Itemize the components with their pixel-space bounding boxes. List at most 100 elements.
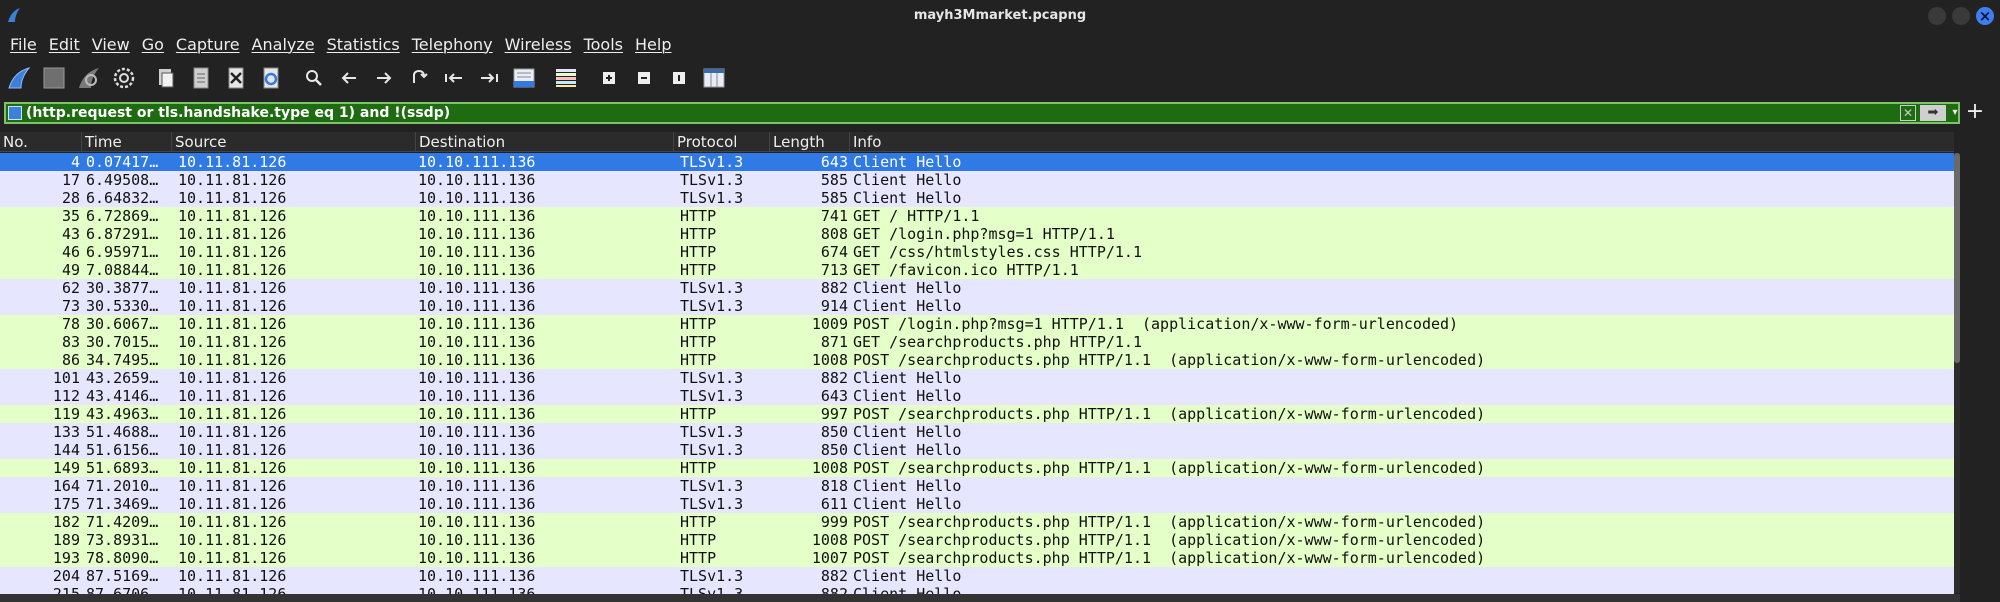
stop-square-icon[interactable] [41, 65, 67, 91]
table-row[interactable]: 193 78.8090… 10.11.81.126 10.10.111.136 HTTP… [0, 549, 1954, 567]
cell-no: 149 [52, 459, 80, 477]
filter-history-dropdown[interactable]: ▾ [1950, 104, 1960, 122]
column-header-time[interactable]: Time [82, 132, 172, 152]
cell-dst: 10.10.111.136 [418, 567, 536, 585]
table-row[interactable]: 46 6.95971… 10.11.81.126 10.10.111.136 HTTP 6… [0, 243, 1954, 261]
cell-time: 0.07417… [86, 153, 159, 171]
close-window-button[interactable]: × [1976, 7, 1994, 25]
last-packet-icon[interactable] [476, 65, 502, 91]
table-row[interactable]: 112 43.4146… 10.11.81.126 10.10.111.136 TLSv… [0, 387, 1954, 405]
cell-no: 62 [61, 279, 80, 297]
cell-info: Client Hello [853, 171, 962, 189]
cell-len: 882 [820, 585, 848, 594]
search-icon[interactable] [301, 65, 327, 91]
cell-time: 73.8931… [86, 531, 159, 549]
column-header-destination[interactable]: Destination [416, 132, 674, 152]
cell-info: POST /searchproducts.php HTTP/1.1 (appli… [853, 531, 1486, 549]
table-row[interactable]: 119 43.4963… 10.11.81.126 10.10.111.136 HTTP… [0, 405, 1954, 423]
save-file-icon[interactable] [188, 65, 214, 91]
table-row[interactable]: 86 34.7495… 10.11.81.126 10.10.111.136 HTTP 1… [0, 351, 1954, 369]
table-row[interactable]: 204 87.5169… 10.11.81.126 10.10.111.136 TLSv… [0, 567, 1954, 585]
autoscroll-icon[interactable] [511, 65, 537, 91]
display-filter-input[interactable] [26, 104, 1896, 122]
colorize-icon[interactable] [553, 65, 579, 91]
clear-filter-button[interactable]: ✕ [1900, 105, 1916, 121]
shark-fin-start-icon[interactable] [6, 65, 32, 91]
maximize-button[interactable] [1952, 7, 1970, 25]
menu-edit[interactable]: Edit [49, 35, 80, 54]
menu-analyze[interactable]: Analyze [252, 35, 315, 54]
add-filter-button[interactable]: + [1964, 100, 1986, 124]
cell-len: 643 [820, 387, 848, 405]
menu-statistics[interactable]: Statistics [327, 35, 400, 54]
menu-file[interactable]: File [10, 35, 37, 54]
zoom-out-icon[interactable] [631, 65, 657, 91]
horizontal-scrollbar[interactable] [0, 594, 1960, 602]
table-row[interactable]: 83 30.7015… 10.11.81.126 10.10.111.136 HTTP 8… [0, 333, 1954, 351]
cell-proto: HTTP [680, 243, 717, 261]
table-row[interactable]: 28 6.64832… 10.11.81.126 10.10.111.136 TLSv1… [0, 189, 1954, 207]
table-row[interactable]: 182 71.4209… 10.11.81.126 10.10.111.136 HTTP… [0, 513, 1954, 531]
cell-dst: 10.10.111.136 [418, 243, 536, 261]
packet-list: No. Time Source Destination Protocol Len… [0, 132, 1954, 594]
zoom-in-icon[interactable] [596, 65, 622, 91]
table-row[interactable]: 49 7.08844… 10.11.81.126 10.10.111.136 HTTP 7… [0, 261, 1954, 279]
back-arrow-icon[interactable] [336, 65, 362, 91]
cell-dst: 10.10.111.136 [418, 153, 536, 171]
table-row[interactable]: 149 51.6893… 10.11.81.126 10.10.111.136 HTTP… [0, 459, 1954, 477]
close-file-icon[interactable] [223, 65, 249, 91]
table-row[interactable]: 43 6.87291… 10.11.81.126 10.10.111.136 HTTP 8… [0, 225, 1954, 243]
apply-filter-button[interactable]: ➡ [1920, 105, 1946, 121]
menu-tools[interactable]: Tools [584, 35, 623, 54]
filter-bookmark-icon[interactable] [8, 106, 22, 120]
forward-arrow-icon[interactable] [371, 65, 397, 91]
scrollbar-thumb[interactable] [1954, 153, 1960, 363]
menu-go[interactable]: Go [142, 35, 164, 54]
table-row[interactable]: 17 6.49508… 10.11.81.126 10.10.111.136 TLSv1… [0, 171, 1954, 189]
table-row[interactable]: 175 71.3469… 10.11.81.126 10.10.111.136 TLSv… [0, 495, 1954, 513]
column-header-source[interactable]: Source [172, 132, 416, 152]
cell-proto: HTTP [680, 405, 717, 423]
table-row[interactable]: 101 43.2659… 10.11.81.126 10.10.111.136 TLSv… [0, 369, 1954, 387]
column-header-protocol[interactable]: Protocol [674, 132, 770, 152]
cell-time: 51.4688… [86, 423, 159, 441]
cell-info: GET /css/htmlstyles.css HTTP/1.1 [853, 243, 1142, 261]
open-file-icon[interactable] [153, 65, 179, 91]
table-row[interactable]: 189 73.8931… 10.11.81.126 10.10.111.136 HTTP… [0, 531, 1954, 549]
cell-src: 10.11.81.126 [178, 405, 287, 423]
table-row[interactable]: 4 0.07417… 10.11.81.126 10.10.111.136 TLSv1.… [0, 153, 1954, 171]
go-to-packet-icon[interactable] [406, 65, 432, 91]
table-row[interactable]: 144 51.6156… 10.11.81.126 10.10.111.136 TLSv… [0, 441, 1954, 459]
table-row[interactable]: 78 30.6067… 10.11.81.126 10.10.111.136 HTTP 1… [0, 315, 1954, 333]
normal-size-icon[interactable] [666, 65, 692, 91]
table-row[interactable]: 73 30.5330… 10.11.81.126 10.10.111.136 TLSv1… [0, 297, 1954, 315]
cell-src: 10.11.81.126 [178, 207, 287, 225]
menu-help[interactable]: Help [635, 35, 671, 54]
reload-file-icon[interactable] [258, 65, 284, 91]
table-row[interactable]: 215 87.6706… 10.11.81.126 10.10.111.136 TLSv… [0, 585, 1954, 594]
packet-list-scrollbar[interactable] [1954, 153, 1960, 593]
minimize-button[interactable] [1928, 7, 1946, 25]
table-row[interactable]: 62 30.3877… 10.11.81.126 10.10.111.136 TLSv1… [0, 279, 1954, 297]
cell-info: GET /login.php?msg=1 HTTP/1.1 [853, 225, 1115, 243]
column-header-info[interactable]: Info [850, 132, 1954, 152]
cell-src: 10.11.81.126 [178, 279, 287, 297]
resize-columns-icon[interactable] [701, 65, 727, 91]
menu-view[interactable]: View [92, 35, 130, 54]
cell-no: 193 [52, 549, 80, 567]
table-row[interactable]: 35 6.72869… 10.11.81.126 10.10.111.136 HTTP 7… [0, 207, 1954, 225]
gear-options-icon[interactable] [111, 65, 137, 91]
first-packet-icon[interactable] [441, 65, 467, 91]
restart-fin-icon[interactable] [76, 65, 102, 91]
cell-no: 133 [52, 423, 80, 441]
menu-wireless[interactable]: Wireless [505, 35, 572, 54]
cell-time: 34.7495… [86, 351, 159, 369]
table-row[interactable]: 133 51.4688… 10.11.81.126 10.10.111.136 TLSv… [0, 423, 1954, 441]
column-header-no[interactable]: No. [0, 132, 82, 152]
table-row[interactable]: 164 71.2010… 10.11.81.126 10.10.111.136 TLSv… [0, 477, 1954, 495]
column-header-length[interactable]: Length [770, 132, 850, 152]
cell-proto: TLSv1.3 [680, 387, 744, 405]
menu-telephony[interactable]: Telephony [412, 35, 493, 54]
cell-no: 112 [52, 387, 80, 405]
menu-capture[interactable]: Capture [176, 35, 240, 54]
